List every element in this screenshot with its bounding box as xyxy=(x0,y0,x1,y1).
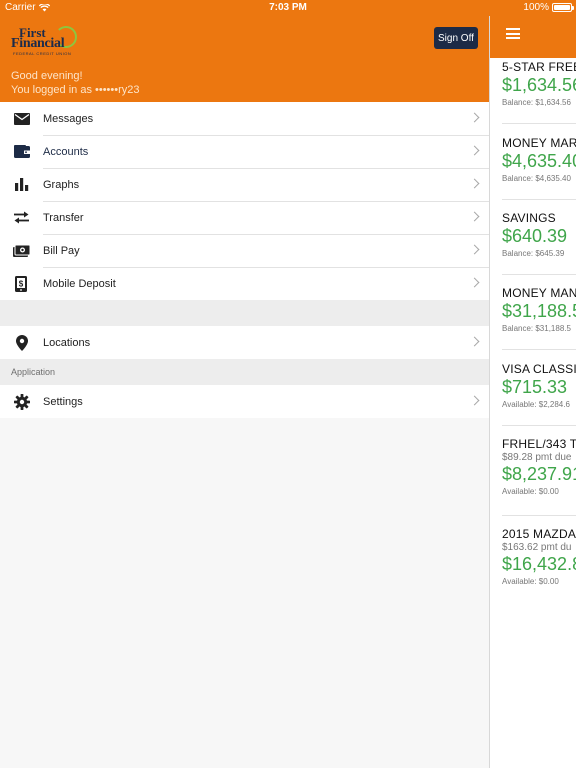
account-amount: $16,432.8 xyxy=(502,554,576,574)
account-balance: Balance: $4,635.40 xyxy=(502,174,571,183)
side-menu: First Financial FEDERAL CREDIT UNION Sig… xyxy=(0,16,489,768)
payment-due: $163.62 pmt du xyxy=(502,542,572,553)
divider xyxy=(502,515,576,516)
divider xyxy=(502,123,576,124)
account-available: Available: $0.00 xyxy=(502,487,559,496)
transfer-arrows-icon xyxy=(13,209,30,226)
menu-item-label: Locations xyxy=(43,336,91,349)
application-list: Settings xyxy=(0,385,489,418)
locations-list: Locations xyxy=(0,326,489,359)
menu-item-graphs[interactable]: Graphs xyxy=(0,168,489,201)
accounts-panel: 5-STAR FREE $1,634.56 Balance: $1,634.56… xyxy=(489,16,576,768)
section-spacer xyxy=(0,300,489,326)
account-name: VISA CLASSIC xyxy=(502,362,576,376)
chevron-right-icon xyxy=(469,112,480,123)
mobile-deposit-icon: $ xyxy=(13,275,30,292)
menu-item-transfer[interactable]: Transfer xyxy=(0,201,489,234)
account-item[interactable]: 5-STAR FREE $1,634.56 Balance: $1,634.56 xyxy=(502,60,576,107)
account-name: MONEY MARK xyxy=(502,136,576,150)
account-item[interactable]: FRHEL/343 TI $89.28 pmt due $8,237.91 Av… xyxy=(502,437,576,496)
divider xyxy=(502,349,576,350)
divider xyxy=(502,199,576,200)
bar-chart-icon xyxy=(13,176,30,193)
chevron-right-icon xyxy=(469,277,480,288)
sign-off-button[interactable]: Sign Off xyxy=(434,27,478,49)
menu-item-label: Bill Pay xyxy=(43,244,80,257)
svg-text:$: $ xyxy=(18,279,23,288)
divider xyxy=(502,274,576,275)
menu-item-messages[interactable]: Messages xyxy=(0,102,489,135)
account-balance: Balance: $1,634.56 xyxy=(502,98,571,107)
account-balance: Balance: $31,188.5 xyxy=(502,324,571,333)
menu-list: Messages Accounts Graphs Transfer Bill P… xyxy=(0,102,489,300)
account-item[interactable]: SAVINGS $640.39 Balance: $645.39 xyxy=(502,211,567,258)
menu-item-bill-pay[interactable]: Bill Pay xyxy=(0,234,489,267)
menu-item-label: Settings xyxy=(43,395,83,408)
account-name: FRHEL/343 TI xyxy=(502,437,576,451)
account-amount: $640.39 xyxy=(502,226,568,246)
chevron-right-icon xyxy=(469,395,480,406)
chevron-right-icon xyxy=(469,145,480,156)
status-bar: Carrier 7:03 PM 100% xyxy=(0,0,576,16)
greeting-text: Good evening! xyxy=(11,70,83,82)
chevron-right-icon xyxy=(469,211,480,222)
section-header-application: Application xyxy=(0,359,489,385)
battery-percent: 100% xyxy=(523,2,549,13)
battery-icon xyxy=(552,3,574,12)
first-financial-logo: First Financial FEDERAL CREDIT UNION xyxy=(11,26,79,58)
money-bill-icon xyxy=(13,242,30,259)
status-time: 7:03 PM xyxy=(269,2,307,13)
greeting-block: Good evening! You logged in as ••••••ry2… xyxy=(11,69,140,97)
menu-item-mobile-deposit[interactable]: $ Mobile Deposit xyxy=(0,267,489,300)
account-amount: $8,237.91 xyxy=(502,464,576,484)
battery-indicator: 100% xyxy=(523,2,574,13)
account-item[interactable]: VISA CLASSIC $715.33 Available: $2,284.6 xyxy=(502,362,576,409)
menu-item-label: Messages xyxy=(43,112,94,125)
account-amount: $4,635.40 xyxy=(502,151,576,171)
account-balance: Balance: $645.39 xyxy=(502,249,565,258)
wallet-icon xyxy=(13,143,30,160)
menu-item-label: Graphs xyxy=(43,178,80,191)
chevron-right-icon xyxy=(469,336,480,347)
account-item[interactable]: MONEY MARK $4,635.40 Balance: $4,635.40 xyxy=(502,136,576,183)
account-amount: $1,634.56 xyxy=(502,75,576,95)
account-name: 5-STAR FREE xyxy=(502,60,576,74)
account-available: Available: $0.00 xyxy=(502,577,559,586)
account-amount: $715.33 xyxy=(502,377,568,397)
chevron-right-icon xyxy=(469,244,480,255)
menu-header: First Financial FEDERAL CREDIT UNION Sig… xyxy=(0,16,489,102)
menu-item-label: Accounts xyxy=(43,145,89,158)
hamburger-menu-icon[interactable] xyxy=(506,28,520,39)
gear-icon xyxy=(13,393,30,410)
account-item[interactable]: 2015 MAZDA C $163.62 pmt du $16,432.8 Av… xyxy=(502,527,576,586)
menu-item-settings[interactable]: Settings xyxy=(0,385,489,418)
account-item[interactable]: MONEY MANA $31,188.5 Balance: $31,188.5 xyxy=(502,286,576,333)
account-name: 2015 MAZDA C xyxy=(502,527,576,541)
envelope-icon xyxy=(13,110,30,127)
menu-item-locations[interactable]: Locations xyxy=(0,326,489,359)
account-available: Available: $2,284.6 xyxy=(502,400,570,409)
menu-item-label: Transfer xyxy=(43,211,84,224)
divider xyxy=(502,425,576,426)
menu-item-accounts[interactable]: Accounts xyxy=(0,135,489,168)
logged-in-text: You logged in as ••••••ry23 xyxy=(11,84,140,96)
chevron-right-icon xyxy=(469,178,480,189)
account-name: SAVINGS xyxy=(502,211,556,225)
menu-item-label: Mobile Deposit xyxy=(43,277,116,290)
payment-due: $89.28 pmt due xyxy=(502,452,572,463)
account-amount: $31,188.5 xyxy=(502,301,576,321)
map-pin-icon xyxy=(13,334,30,351)
account-name: MONEY MANA xyxy=(502,286,576,300)
